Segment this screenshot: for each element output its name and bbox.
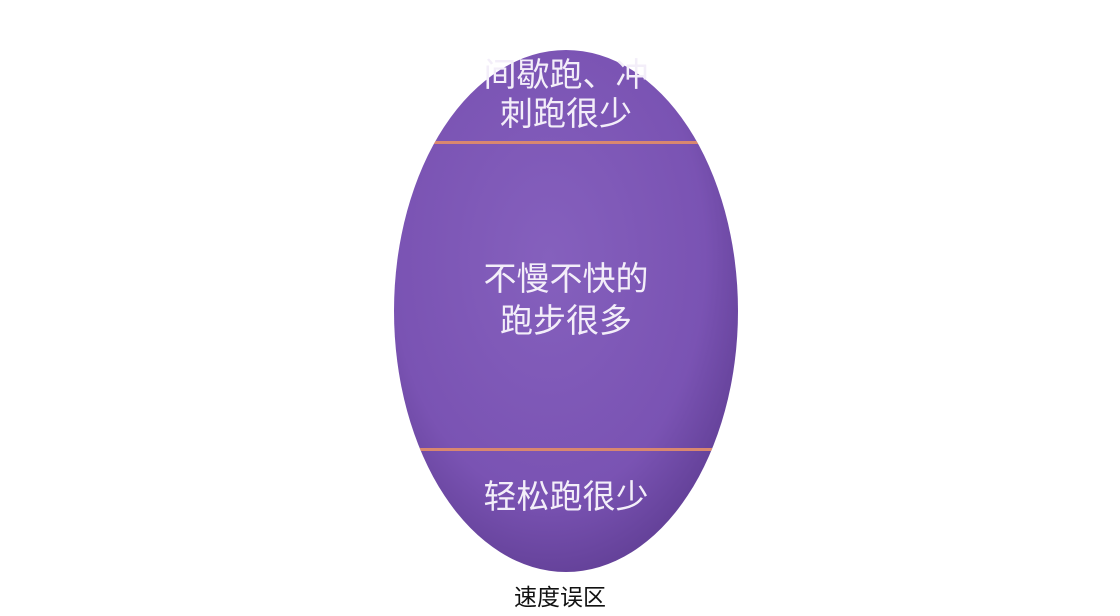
zone-bottom-line-1: 轻松跑很少: [484, 477, 649, 516]
zone-middle-line-2: 跑步很多: [500, 301, 632, 340]
zone-top-line-1: 间歇跑、冲: [484, 55, 649, 94]
divider-line-top: [394, 141, 738, 144]
zone-top-line-2: 刺跑很少: [500, 94, 632, 133]
speed-misconception-diagram: 间歇跑、冲 刺跑很少 不慢不快的 跑步很多 轻松跑很少: [394, 50, 738, 572]
divider-line-bottom: [394, 448, 738, 451]
figure-caption: 速度误区: [514, 585, 606, 611]
zone-middle-line-1: 不慢不快的: [484, 259, 649, 298]
